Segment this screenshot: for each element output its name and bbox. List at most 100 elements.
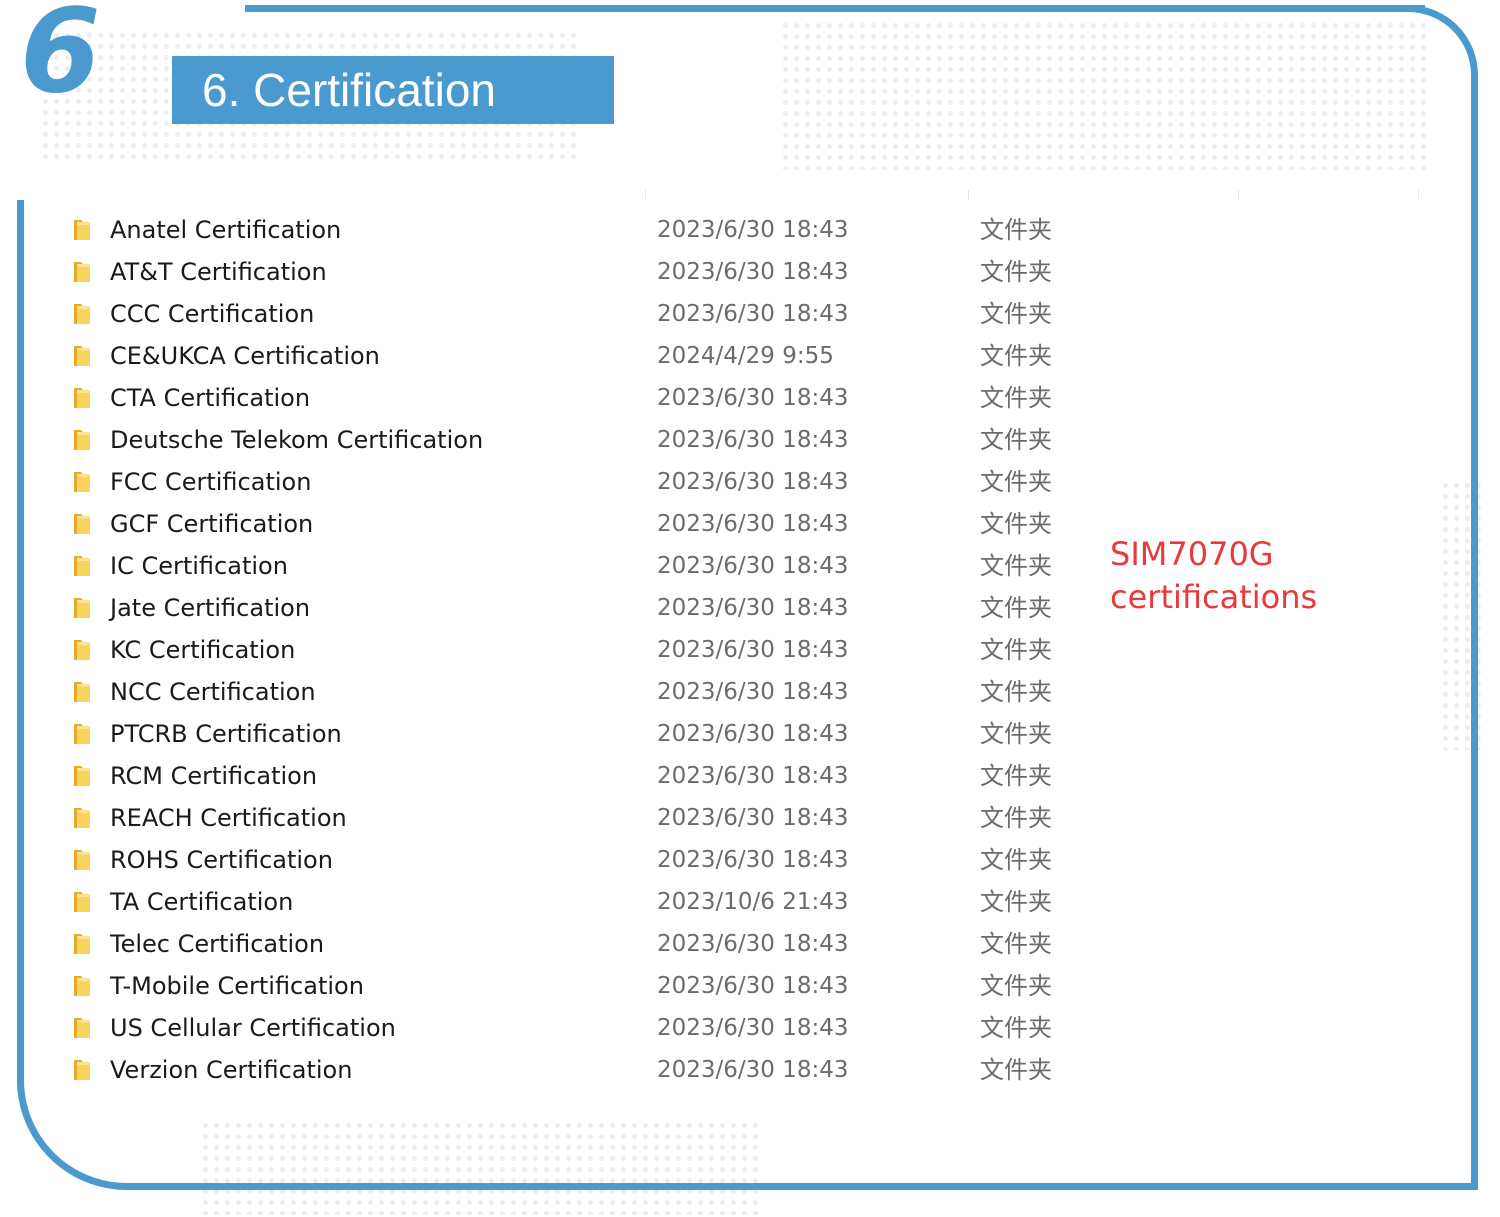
file-modified-date: 2023/6/30 18:43 (657, 721, 849, 747)
file-row[interactable]: CCC Certification 2023/6/30 18:43 文件夹 (72, 293, 1072, 335)
file-name: CCC Certification (110, 300, 315, 328)
folder-icon (72, 891, 92, 913)
file-list: Anatel Certification 2023/6/30 18:43 文件夹 AT… (72, 209, 1072, 1091)
folder-icon (72, 1059, 92, 1081)
file-row[interactable]: Telec Certification 2023/6/30 18:43 文件夹 (72, 923, 1072, 965)
file-modified-date: 2023/6/30 18:43 (657, 637, 849, 663)
annotation-note: SIM7070G certifications (1110, 533, 1317, 619)
file-row[interactable]: Jate Certification 2023/6/30 18:43 文件夹 (72, 587, 1072, 629)
folder-icon (72, 681, 92, 703)
page-title: 6. Certification (202, 64, 497, 116)
folder-icon (72, 555, 92, 577)
folder-icon (72, 597, 92, 619)
file-row[interactable]: AT&T Certification 2023/6/30 18:43 文件夹 (72, 251, 1072, 293)
frame-top-right-corner (1396, 5, 1478, 125)
map-dot-texture (780, 20, 1430, 170)
frame-bottom-border (150, 1183, 1478, 1190)
file-modified-date: 2023/6/30 18:43 (657, 1015, 849, 1041)
file-row[interactable]: KC Certification 2023/6/30 18:43 文件夹 (72, 629, 1072, 671)
file-modified-date: 2023/6/30 18:43 (657, 847, 849, 873)
section-number: 6 (20, 0, 101, 119)
file-type: 文件夹 (980, 636, 1052, 664)
file-name: IC Certification (110, 552, 288, 580)
annotation-line-1: SIM7070G (1110, 535, 1274, 573)
file-type: 文件夹 (980, 804, 1052, 832)
file-name: GCF Certification (110, 510, 314, 538)
column-separator (645, 190, 646, 200)
column-separator (1418, 190, 1419, 200)
file-modified-date: 2023/6/30 18:43 (657, 553, 849, 579)
file-row[interactable]: Deutsche Telekom Certification 2023/6/30 … (72, 419, 1072, 461)
file-name: CE&UKCA Certification (110, 342, 380, 370)
file-row[interactable]: CTA Certification 2023/6/30 18:43 文件夹 (72, 377, 1072, 419)
file-type: 文件夹 (980, 888, 1052, 916)
file-row[interactable]: IC Certification 2023/6/30 18:43 文件夹 (72, 545, 1072, 587)
folder-icon (72, 1017, 92, 1039)
file-name: TA Certification (110, 888, 294, 916)
folder-icon (72, 261, 92, 283)
file-row[interactable]: US Cellular Certification 2023/6/30 18:43… (72, 1007, 1072, 1049)
file-modified-date: 2023/6/30 18:43 (657, 259, 849, 285)
file-type: 文件夹 (980, 1014, 1052, 1042)
file-name: ROHS Certification (110, 846, 333, 874)
file-row[interactable]: TA Certification 2023/10/6 21:43 文件夹 (72, 881, 1072, 923)
file-type: 文件夹 (980, 930, 1052, 958)
file-row[interactable]: ROHS Certification 2023/6/30 18:43 文件夹 (72, 839, 1072, 881)
file-name: T-Mobile Certification (110, 972, 364, 1000)
file-row[interactable]: PTCRB Certification 2023/6/30 18:43 文件夹 (72, 713, 1072, 755)
file-row[interactable]: Anatel Certification 2023/6/30 18:43 文件夹 (72, 209, 1072, 251)
file-name: CTA Certification (110, 384, 311, 412)
file-row[interactable]: GCF Certification 2023/6/30 18:43 文件夹 (72, 503, 1072, 545)
column-separator (968, 190, 969, 200)
file-type: 文件夹 (980, 552, 1052, 580)
file-type: 文件夹 (980, 594, 1052, 622)
file-modified-date: 2023/6/30 18:43 (657, 763, 849, 789)
frame-right-border (1471, 120, 1478, 1188)
file-modified-date: 2023/6/30 18:43 (657, 469, 849, 495)
file-modified-date: 2023/6/30 18:43 (657, 511, 849, 537)
file-name: RCM Certification (110, 762, 318, 790)
file-modified-date: 2023/6/30 18:43 (657, 973, 849, 999)
folder-icon (72, 513, 92, 535)
folder-icon (72, 345, 92, 367)
file-modified-date: 2023/6/30 18:43 (657, 805, 849, 831)
file-type: 文件夹 (980, 678, 1052, 706)
file-name: FCC Certification (110, 468, 312, 496)
file-type: 文件夹 (980, 720, 1052, 748)
folder-icon (72, 975, 92, 997)
file-type: 文件夹 (980, 426, 1052, 454)
file-type: 文件夹 (980, 510, 1052, 538)
file-name: REACH Certification (110, 804, 347, 832)
file-row[interactable]: NCC Certification 2023/6/30 18:43 文件夹 (72, 671, 1072, 713)
file-type: 文件夹 (980, 258, 1052, 286)
file-row[interactable]: CE&UKCA Certification 2024/4/29 9:55 文件夹 (72, 335, 1072, 377)
file-name: Jate Certification (110, 594, 311, 622)
file-modified-date: 2023/6/30 18:43 (657, 217, 849, 243)
folder-icon (72, 765, 92, 787)
file-type: 文件夹 (980, 216, 1052, 244)
file-row[interactable]: T-Mobile Certification 2023/6/30 18:43 文件夹 (72, 965, 1072, 1007)
map-dot-texture (200, 1120, 760, 1215)
file-name: Verzion Certification (110, 1056, 353, 1084)
file-modified-date: 2023/6/30 18:43 (657, 301, 849, 327)
file-type: 文件夹 (980, 762, 1052, 790)
file-modified-date: 2023/10/6 21:43 (657, 889, 849, 915)
file-modified-date: 2023/6/30 18:43 (657, 595, 849, 621)
folder-icon (72, 303, 92, 325)
file-row[interactable]: RCM Certification 2023/6/30 18:43 文件夹 (72, 755, 1072, 797)
file-type: 文件夹 (980, 300, 1052, 328)
title-banner: 6. Certification (172, 56, 614, 124)
folder-icon (72, 387, 92, 409)
file-row[interactable]: FCC Certification 2023/6/30 18:43 文件夹 (72, 461, 1072, 503)
file-modified-date: 2024/4/29 9:55 (657, 343, 834, 369)
folder-icon (72, 849, 92, 871)
column-separator (1238, 190, 1239, 200)
file-type: 文件夹 (980, 342, 1052, 370)
annotation-line-2: certifications (1110, 578, 1318, 616)
folder-icon (72, 933, 92, 955)
map-dot-texture (1440, 480, 1485, 750)
file-modified-date: 2023/6/30 18:43 (657, 679, 849, 705)
file-row[interactable]: Verzion Certification 2023/6/30 18:43 文件夹 (72, 1049, 1072, 1091)
file-row[interactable]: REACH Certification 2023/6/30 18:43 文件夹 (72, 797, 1072, 839)
file-name: AT&T Certification (110, 258, 327, 286)
